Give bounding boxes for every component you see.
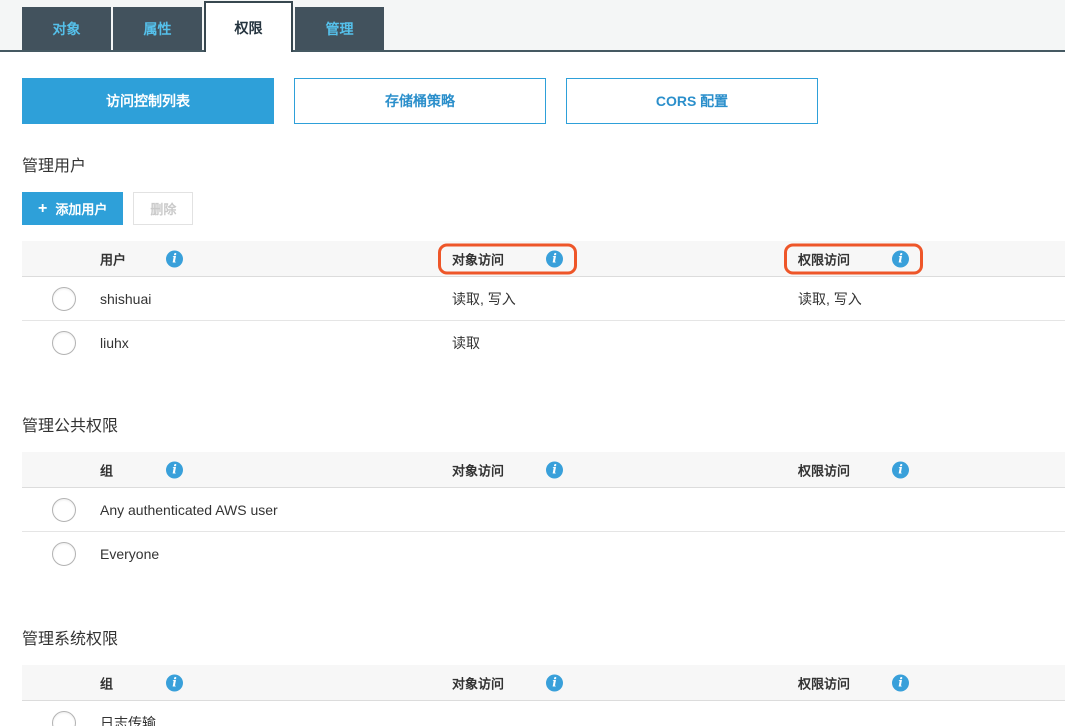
column-header-group: 组 i — [100, 673, 183, 692]
column-header-object-access-label: 对象访问 — [452, 676, 505, 691]
permission-access-value: 读取, 写入 — [798, 290, 862, 307]
column-header-object-access-label: 对象访问 — [452, 463, 505, 478]
column-header-object-access-label: 对象访问 — [452, 252, 505, 267]
add-user-button[interactable]: + 添加用户 — [22, 192, 124, 225]
column-header-object-access: 对象访问 i — [452, 673, 563, 692]
radio-button[interactable] — [52, 497, 76, 522]
system-permissions-table: 组 i 对象访问 i 权限访问 i 日志传输 — [22, 665, 1065, 726]
object-access-value: 读取, 写入 — [452, 290, 516, 307]
cors-config-tab-button[interactable]: CORS 配置 — [566, 78, 818, 124]
system-permissions-table-header: 组 i 对象访问 i 权限访问 i — [22, 665, 1065, 701]
group-name: 日志传输 — [100, 715, 156, 726]
radio-button[interactable] — [52, 331, 76, 355]
table-row-log-delivery: 日志传输 — [22, 701, 1065, 726]
column-header-user-label: 用户 — [100, 252, 127, 267]
object-access-value: 读取 — [452, 335, 480, 351]
info-icon[interactable]: i — [892, 461, 909, 478]
info-icon[interactable]: i — [546, 250, 563, 267]
tab-properties[interactable]: 属性 — [113, 7, 202, 50]
permission-view-switcher: 访问控制列表 存储桶策略 CORS 配置 — [22, 78, 1065, 124]
delete-user-button[interactable]: 删除 — [133, 192, 194, 225]
column-header-object-access-highlighted: 对象访问 i — [438, 243, 577, 274]
plus-icon: + — [38, 199, 48, 217]
radio-button[interactable] — [52, 286, 76, 311]
user-actions: + 添加用户 删除 — [22, 192, 1065, 225]
tab-permissions[interactable]: 权限 — [204, 1, 293, 52]
column-header-permission-access-label: 权限访问 — [798, 252, 851, 267]
user-name: liuhx — [100, 335, 129, 351]
info-icon[interactable]: i — [166, 461, 183, 478]
users-table-header: 用户 i 对象访问 i 权限访问 i — [22, 241, 1065, 277]
section-title-manage-users: 管理用户 — [22, 158, 87, 175]
info-icon[interactable]: i — [892, 674, 909, 691]
radio-button[interactable] — [52, 711, 76, 726]
table-row-authenticated-users: Any authenticated AWS user — [22, 488, 1065, 532]
tab-bar: 对象 属性 权限 管理 — [0, 0, 1065, 52]
column-header-group-label: 组 — [100, 463, 114, 478]
users-table: 用户 i 对象访问 i 权限访问 i shishuai 读取, 写入 读取, 写… — [22, 241, 1065, 365]
section-title-manage-system-permissions: 管理系统权限 — [22, 631, 119, 648]
table-row-liuhx: liuhx 读取 — [22, 321, 1065, 365]
tab-objects[interactable]: 对象 — [22, 7, 111, 50]
table-row-shishuai: shishuai 读取, 写入 读取, 写入 — [22, 277, 1065, 321]
acl-tab-button[interactable]: 访问控制列表 — [22, 78, 274, 124]
add-user-label: 添加用户 — [55, 202, 108, 217]
group-name: Any authenticated AWS user — [100, 501, 278, 518]
info-icon[interactable]: i — [166, 674, 183, 691]
public-permissions-table: 组 i 对象访问 i 权限访问 i Any authenticated AWS … — [22, 452, 1065, 576]
column-header-permission-access-label: 权限访问 — [798, 676, 851, 691]
radio-button[interactable] — [52, 542, 76, 566]
table-row-everyone: Everyone — [22, 532, 1065, 576]
tab-management[interactable]: 管理 — [295, 7, 384, 50]
user-name: shishuai — [100, 290, 152, 307]
permissions-page: 对象 属性 权限 管理 访问控制列表 存储桶策略 CORS 配置 管理用户 + … — [0, 0, 1065, 726]
column-header-permission-access-label: 权限访问 — [798, 463, 851, 478]
column-header-permission-access-highlighted: 权限访问 i — [784, 243, 923, 274]
group-name: Everyone — [100, 546, 160, 562]
column-header-group: 组 i — [100, 460, 183, 479]
column-header-permission-access: 权限访问 i — [798, 673, 909, 692]
bucket-policy-tab-button[interactable]: 存储桶策略 — [294, 78, 546, 124]
column-header-permission-access: 权限访问 i — [798, 460, 909, 479]
info-icon[interactable]: i — [892, 250, 909, 267]
info-icon[interactable]: i — [546, 461, 563, 478]
public-permissions-table-header: 组 i 对象访问 i 权限访问 i — [22, 452, 1065, 488]
info-icon[interactable]: i — [166, 250, 183, 267]
section-title-manage-public-permissions: 管理公共权限 — [22, 418, 119, 435]
info-icon[interactable]: i — [546, 674, 563, 691]
column-header-object-access: 对象访问 i — [452, 460, 563, 479]
column-header-user: 用户 i — [100, 249, 183, 268]
column-header-group-label: 组 — [100, 676, 114, 691]
